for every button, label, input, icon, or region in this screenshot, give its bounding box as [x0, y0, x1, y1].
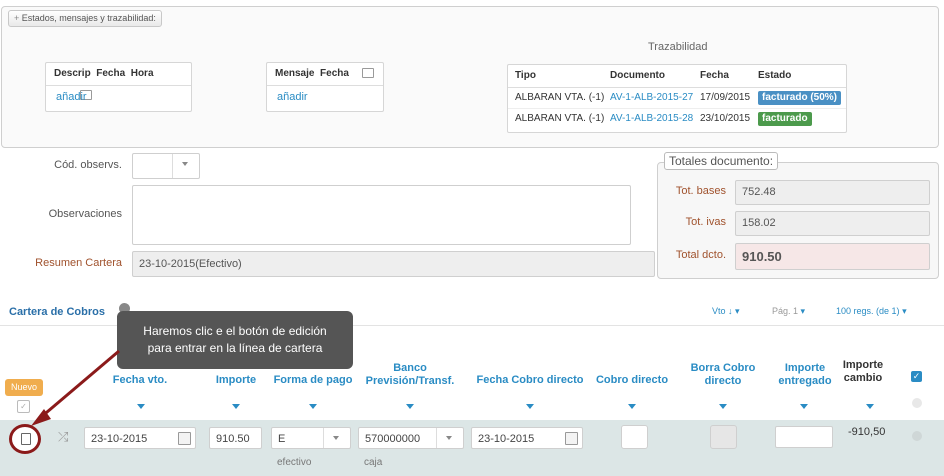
annotation-arrow	[31, 349, 120, 426]
